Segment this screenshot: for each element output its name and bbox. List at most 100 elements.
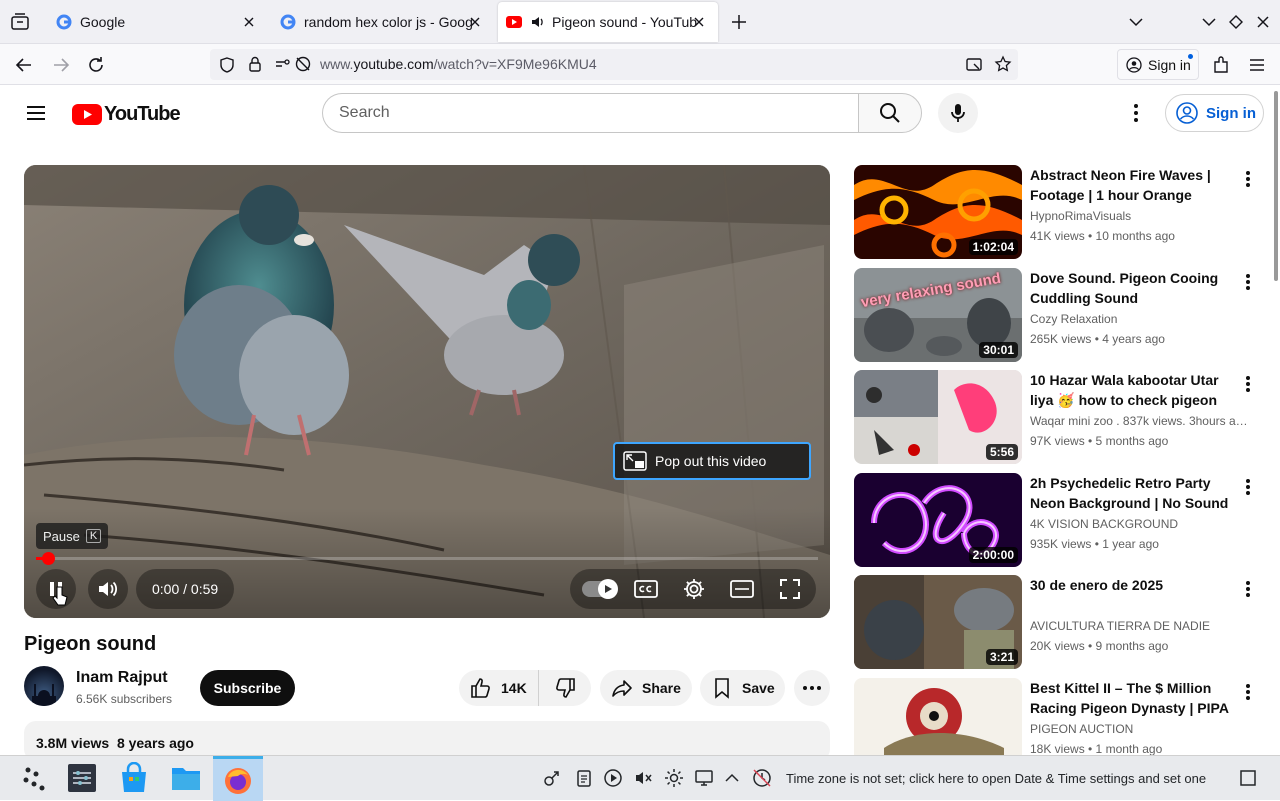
tab-google[interactable]: Google: [48, 0, 268, 44]
autoplay-blocked-icon[interactable]: [294, 55, 312, 73]
timezone-notification[interactable]: Time zone is not set; click here to open…: [786, 771, 1206, 786]
show-hidden-icons-chevron-up-icon[interactable]: [722, 768, 742, 788]
search-button[interactable]: [858, 93, 922, 133]
list-all-tabs-icon[interactable]: [1127, 13, 1145, 31]
recommendation-item[interactable]: 5:56 10 Hazar Wala kabootar Utar liya 🥳 …: [854, 370, 1264, 464]
application-launcher-icon[interactable]: [18, 762, 50, 794]
pause-button[interactable]: [36, 569, 76, 609]
video-title[interactable]: Dove Sound. Pigeon Cooing Cuddling Sound: [1030, 268, 1230, 308]
video-thumbnail[interactable]: 1:02:04: [854, 165, 1022, 259]
scrollbar-thumb[interactable]: [1274, 91, 1278, 281]
forward-icon[interactable]: [51, 55, 71, 75]
more-options-icon[interactable]: [1240, 579, 1256, 599]
dislike-button[interactable]: [539, 670, 591, 706]
progress-scrubber[interactable]: [41, 552, 55, 565]
mute-button[interactable]: [88, 569, 128, 609]
tab-hex-color[interactable]: random hex color js - Goog: [272, 0, 494, 44]
save-button[interactable]: Save: [700, 670, 785, 706]
recommendation-item[interactable]: 2:00:00 2h Psychedelic Retro Party Neon …: [854, 473, 1264, 567]
recommendation-item[interactable]: 1:02:04 Abstract Neon Fire Waves | Foota…: [854, 165, 1264, 259]
more-options-icon[interactable]: [1240, 374, 1256, 394]
speaker-playing-icon[interactable]: [530, 14, 546, 30]
youtube-logo[interactable]: YouTube: [72, 103, 181, 126]
file-manager-icon[interactable]: [170, 762, 202, 794]
voice-search-button[interactable]: [938, 93, 978, 133]
minimize-window-icon[interactable]: [1200, 13, 1218, 31]
channel-name[interactable]: Cozy Relaxation: [1030, 312, 1252, 326]
lock-icon[interactable]: [246, 55, 264, 73]
video-thumbnail[interactable]: 5:56: [854, 370, 1022, 464]
browser-sign-in-button[interactable]: Sign in: [1117, 49, 1199, 80]
firefox-taskbar-button[interactable]: [213, 756, 263, 801]
reload-icon[interactable]: [86, 55, 106, 75]
video-title[interactable]: 2h Psychedelic Retro Party Neon Backgrou…: [1030, 473, 1230, 513]
like-button[interactable]: 14K: [459, 670, 539, 706]
hamburger-menu-icon[interactable]: [1247, 55, 1267, 75]
video-thumbnail[interactable]: 2:00:00: [854, 473, 1022, 567]
close-tab-icon[interactable]: [466, 13, 484, 31]
new-tab-icon[interactable]: [730, 13, 748, 31]
volume-muted-icon[interactable]: [633, 768, 653, 788]
video-title[interactable]: 10 Hazar Wala kabootar Utar liya 🥳 how t…: [1030, 370, 1230, 410]
video-title[interactable]: Best Kittel II – The $ Million Racing Pi…: [1030, 678, 1230, 718]
youtube-sign-in-button[interactable]: Sign in: [1165, 94, 1264, 132]
video-title[interactable]: Abstract Neon Fire Waves | Footage | 1 h…: [1030, 165, 1230, 205]
channel-name[interactable]: HypnoRimaVisuals: [1030, 209, 1252, 223]
video-player[interactable]: Pop out this video Pause K 0:00 / 0:59: [24, 165, 830, 618]
permissions-icon[interactable]: [274, 55, 292, 73]
close-tab-icon[interactable]: [690, 13, 708, 31]
page-scrollbar[interactable]: [1272, 85, 1280, 755]
reader-view-icon[interactable]: [965, 55, 983, 73]
extensions-icon[interactable]: [1211, 55, 1231, 75]
theater-mode-button[interactable]: [730, 579, 754, 599]
subtitles-button[interactable]: [634, 579, 658, 599]
fullscreen-button[interactable]: [778, 577, 802, 601]
recommendation-item[interactable]: very relaxing sound 30:01 Dove Sound. Pi…: [854, 268, 1264, 362]
settings-more-icon[interactable]: [1126, 101, 1146, 125]
channel-name[interactable]: Inam Rajput: [76, 669, 168, 687]
channel-avatar[interactable]: [24, 666, 64, 706]
more-options-icon[interactable]: [1240, 477, 1256, 497]
clipboard-icon[interactable]: [574, 768, 594, 788]
search-input[interactable]: Search: [322, 93, 859, 133]
url-text[interactable]: www.youtube.com/watch?v=XF9Me96KMU4: [320, 56, 597, 72]
maximize-window-icon[interactable]: [1227, 13, 1245, 31]
display-configuration-icon[interactable]: [694, 768, 714, 788]
more-options-icon[interactable]: [1240, 682, 1256, 702]
video-thumbnail[interactable]: very relaxing sound 30:01: [854, 268, 1022, 362]
tab-overview-icon[interactable]: [10, 13, 30, 31]
media-player-icon[interactable]: [603, 768, 623, 788]
system-settings-icon[interactable]: [66, 762, 98, 794]
close-window-icon[interactable]: [1254, 13, 1272, 31]
settings-button[interactable]: [682, 577, 706, 601]
kde-connect-icon[interactable]: [542, 768, 562, 788]
channel-name[interactable]: Waqar mini zoo . 837k views. 3hours ag..…: [1030, 414, 1252, 428]
autoplay-toggle[interactable]: [582, 579, 618, 599]
video-thumbnail[interactable]: 3:21: [854, 575, 1022, 669]
more-options-icon[interactable]: [1240, 169, 1256, 189]
subscribe-button[interactable]: Subscribe: [200, 670, 295, 706]
tab-pigeon-sound[interactable]: Pigeon sound - YouTub: [498, 2, 718, 42]
more-options-icon[interactable]: [1240, 272, 1256, 292]
channel-name[interactable]: AVICULTURA TIERRA DE NADIE: [1030, 619, 1252, 633]
back-icon[interactable]: [14, 55, 34, 75]
clock-alert-icon[interactable]: [752, 768, 772, 788]
like-dislike-group: 14K: [459, 670, 591, 706]
share-button[interactable]: Share: [600, 670, 692, 706]
channel-name[interactable]: 4K VISION BACKGROUND: [1030, 517, 1252, 531]
software-store-icon[interactable]: [118, 762, 150, 794]
address-bar[interactable]: www.youtube.com/watch?v=XF9Me96KMU4: [210, 49, 1018, 80]
brightness-icon[interactable]: [664, 768, 684, 788]
more-actions-button[interactable]: [794, 670, 830, 706]
channel-name[interactable]: PIGEON AUCTION: [1030, 722, 1252, 736]
video-title[interactable]: 30 de enero de 2025: [1030, 575, 1230, 595]
close-tab-icon[interactable]: [240, 13, 258, 31]
show-desktop-icon[interactable]: [1238, 768, 1258, 788]
search-icon: [880, 103, 900, 123]
recommendation-item[interactable]: 3:21 30 de enero de 2025 AVICULTURA TIER…: [854, 575, 1264, 669]
bookmark-star-icon[interactable]: [994, 55, 1012, 73]
progress-bar[interactable]: [36, 552, 818, 565]
tracking-protection-shield-icon[interactable]: [218, 56, 236, 74]
guide-menu-icon[interactable]: [24, 101, 48, 125]
pop-out-video-button[interactable]: Pop out this video: [613, 442, 811, 480]
